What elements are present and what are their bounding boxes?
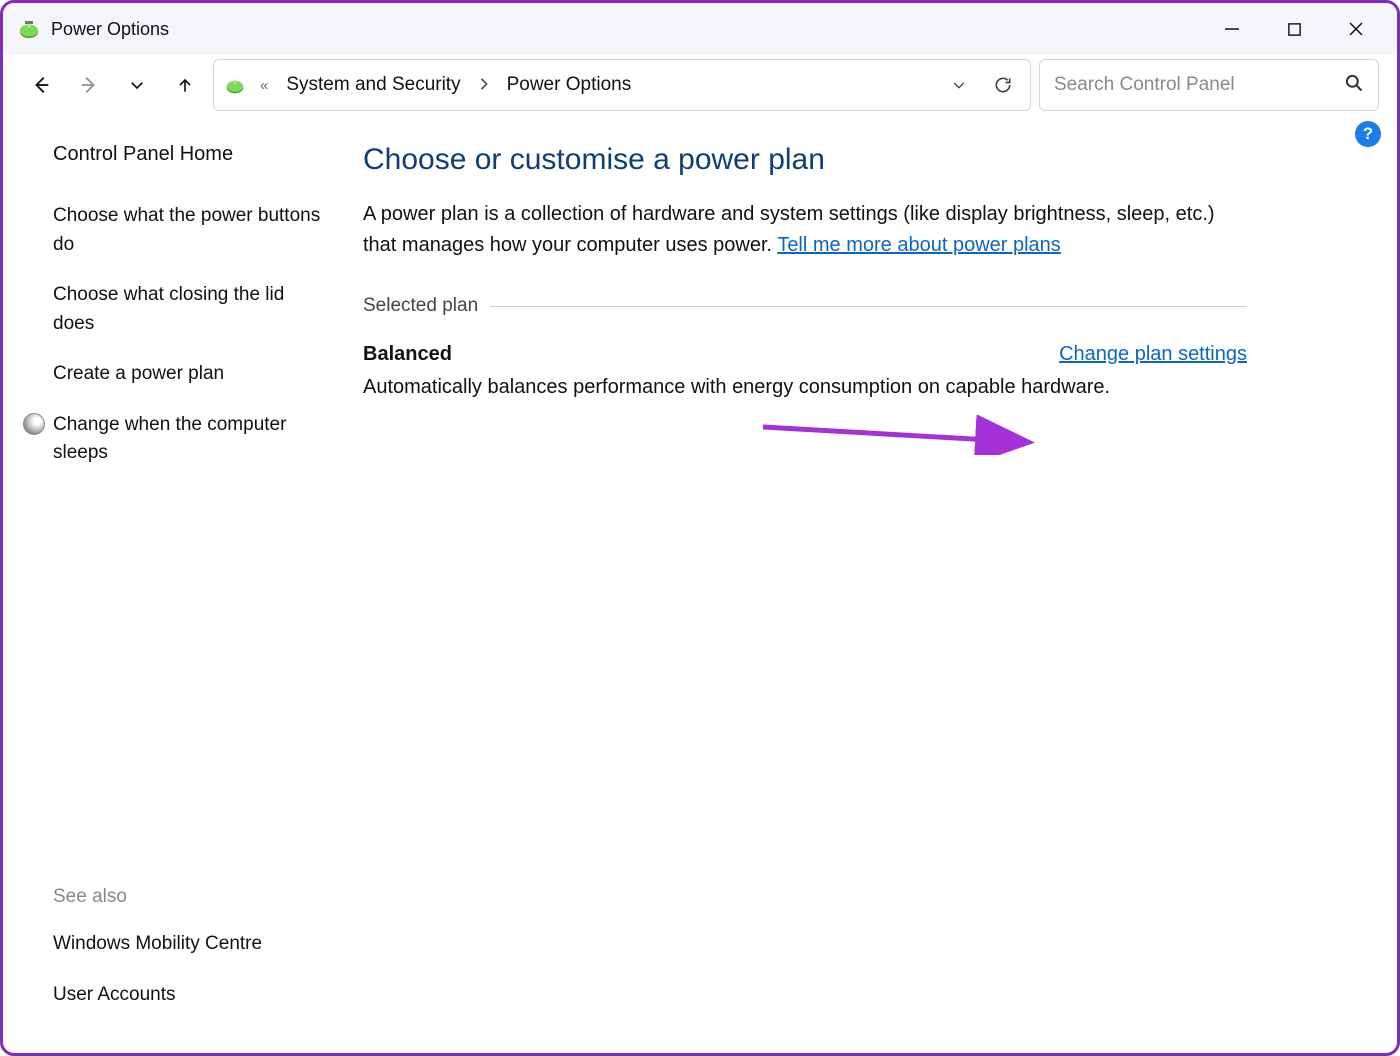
back-button[interactable]: [21, 65, 61, 105]
content-area: ? Control Panel Home Choose what the pow…: [3, 115, 1397, 1053]
chevron-right-icon: [475, 77, 493, 94]
control-panel-home-link[interactable]: Control Panel Home: [53, 143, 323, 166]
sidebar-link-closing-lid[interactable]: Choose what closing the lid does: [53, 281, 323, 338]
plan-description: Automatically balances performance with …: [363, 376, 1247, 399]
window-title: Power Options: [51, 19, 169, 40]
address-dropdown-button[interactable]: [942, 68, 976, 102]
minimize-button[interactable]: [1201, 7, 1263, 51]
search-icon[interactable]: [1344, 73, 1364, 98]
battery-app-icon: [17, 17, 41, 41]
current-page-indicator-icon: [23, 413, 45, 435]
forward-button[interactable]: [69, 65, 109, 105]
refresh-button[interactable]: [986, 68, 1020, 102]
breadcrumb-item[interactable]: System and Security: [282, 72, 464, 98]
selected-plan-section-header: Selected plan: [363, 295, 1247, 317]
sidebar-link-power-buttons[interactable]: Choose what the power buttons do: [53, 202, 323, 259]
section-divider: [490, 306, 1247, 307]
page-description: A power plan is a collection of hardware…: [363, 199, 1247, 261]
see-also-heading: See also: [53, 886, 323, 908]
sidebar-item-label: Change when the computer sleeps: [53, 414, 286, 464]
close-button[interactable]: [1325, 7, 1387, 51]
plan-name: Balanced: [363, 343, 452, 366]
breadcrumb-overflow-icon[interactable]: «: [256, 77, 272, 94]
plan-row: Balanced Change plan settings: [363, 343, 1247, 366]
section-label: Selected plan: [363, 295, 478, 317]
sidebar-link-create-plan[interactable]: Create a power plan: [53, 360, 323, 389]
battery-address-icon: [224, 74, 246, 96]
up-button[interactable]: [165, 65, 205, 105]
see-also-mobility-centre[interactable]: Windows Mobility Centre: [53, 930, 323, 959]
page-heading: Choose or customise a power plan: [363, 143, 1247, 177]
address-bar[interactable]: « System and Security Power Options: [213, 59, 1031, 111]
recent-locations-button[interactable]: [117, 65, 157, 105]
see-also-user-accounts[interactable]: User Accounts: [53, 981, 323, 1010]
sidebar: Control Panel Home Choose what the power…: [3, 115, 343, 1053]
maximize-button[interactable]: [1263, 7, 1325, 51]
tell-me-more-link[interactable]: Tell me more about power plans: [777, 234, 1060, 256]
breadcrumb-item[interactable]: Power Options: [503, 72, 636, 98]
change-plan-settings-link[interactable]: Change plan settings: [1059, 343, 1247, 366]
search-box[interactable]: [1039, 59, 1379, 111]
nav-row: « System and Security Power Options: [3, 55, 1397, 115]
sidebar-link-change-sleep[interactable]: Change when the computer sleeps: [53, 411, 323, 468]
search-input[interactable]: [1054, 74, 1334, 96]
window-frame: Power Options: [0, 0, 1400, 1056]
titlebar: Power Options: [3, 3, 1397, 55]
help-button[interactable]: ?: [1355, 121, 1381, 147]
main-panel: Choose or customise a power plan A power…: [343, 115, 1387, 1053]
